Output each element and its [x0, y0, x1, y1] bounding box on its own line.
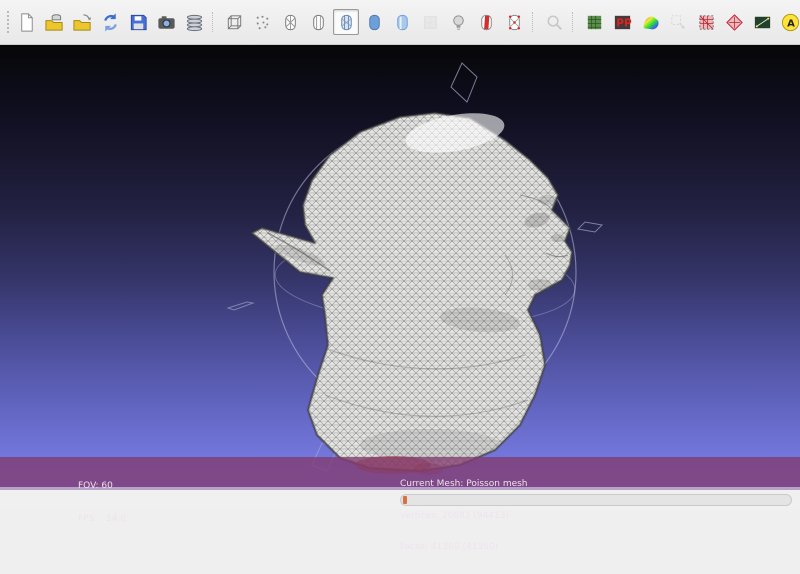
flat-icon — [364, 12, 385, 33]
show-vertices-icon — [504, 12, 525, 33]
texture-icon — [420, 12, 441, 33]
render-hidden-lines-button[interactable] — [305, 9, 331, 35]
render-wireframe-button[interactable] — [277, 9, 303, 35]
model-wireframe-head[interactable] — [252, 107, 572, 475]
measuring-tool-button[interactable] — [749, 9, 775, 35]
import-mesh-button[interactable] — [69, 9, 95, 35]
svg-text:PP: PP — [616, 17, 632, 29]
render-points-button[interactable] — [249, 9, 275, 35]
backface-icon — [476, 12, 497, 33]
open-project-button[interactable] — [41, 9, 67, 35]
quality-mapper-icon — [640, 12, 661, 33]
snapshot-icon — [156, 12, 177, 33]
light-toggle-button[interactable] — [445, 9, 471, 35]
select-faces-icon — [584, 12, 605, 33]
select-faces-button[interactable] — [581, 9, 607, 35]
select-connected-button[interactable] — [721, 9, 747, 35]
bbox-icon — [224, 12, 245, 33]
fov-fps-readout: FOV: 60 FPS: 14.0 — [78, 459, 126, 547]
open-project-icon — [44, 12, 65, 33]
layers-icon — [184, 12, 205, 33]
gl-viewport[interactable]: FOV: 60 FPS: 14.0 Current Mesh: Poisson … — [0, 45, 800, 490]
layer-dialog-button[interactable] — [181, 9, 207, 35]
show-vertices-button[interactable] — [501, 9, 527, 35]
select-component-icon — [668, 12, 689, 33]
flat-lines-icon — [336, 12, 357, 33]
select-connected-icon — [724, 12, 745, 33]
toolbar-separator — [532, 12, 536, 32]
select-faces-rect-button[interactable] — [693, 9, 719, 35]
hidden-lines-icon — [308, 12, 329, 33]
render-smooth-button[interactable] — [389, 9, 415, 35]
wireframe-icon — [280, 12, 301, 33]
light-icon — [448, 12, 469, 33]
render-texture-button — [417, 9, 443, 35]
measure-icon — [752, 12, 773, 33]
render-bbox-button[interactable] — [221, 9, 247, 35]
fps-readout: FPS: 14.0 — [78, 514, 126, 525]
zoom-tool-button — [541, 9, 567, 35]
trackball-handle-top — [451, 63, 477, 102]
pick-points-icon: PP — [612, 12, 633, 33]
quality-mapper-button[interactable] — [637, 9, 663, 35]
annotation-tool-button[interactable]: A — [777, 9, 800, 35]
render-flat-lines-button[interactable] — [333, 9, 359, 35]
backface-culling-button[interactable] — [473, 9, 499, 35]
annotation-icon: A — [780, 12, 800, 33]
main-toolbar: PPAi » — [0, 0, 800, 45]
smooth-icon — [392, 12, 413, 33]
fov-readout: FOV: 60 — [78, 481, 126, 492]
new-project-icon — [16, 12, 37, 33]
toolbar-separator — [212, 12, 216, 32]
new-project-button[interactable] — [13, 9, 39, 35]
save-mesh-button[interactable] — [125, 9, 151, 35]
vertices-count: Vertices: 20682 (94413) — [400, 511, 528, 522]
current-mesh-label: Current Mesh: Poisson mesh — [400, 479, 528, 490]
toolbar-drag-handle[interactable] — [7, 11, 9, 33]
faces-count: Faces: 41360 (41360) — [400, 542, 528, 553]
trackball-handle-right — [578, 222, 602, 232]
points-icon — [252, 12, 273, 33]
select-rect-icon — [696, 12, 717, 33]
reload-icon — [100, 12, 121, 33]
zoom-icon — [544, 12, 565, 33]
pick-points-button[interactable]: PP — [609, 9, 635, 35]
save-icon — [128, 12, 149, 33]
trackball-handle-left — [228, 302, 253, 310]
import-mesh-icon — [72, 12, 93, 33]
render-flat-button[interactable] — [361, 9, 387, 35]
hud-overlay-band: FOV: 60 FPS: 14.0 Current Mesh: Poisson … — [0, 457, 800, 490]
mesh-info-readout: Current Mesh: Poisson mesh Vertices: 206… — [400, 458, 528, 574]
reload-mesh-button[interactable] — [97, 9, 123, 35]
mesh-render-canvas — [0, 45, 800, 490]
svg-text:A: A — [787, 18, 795, 29]
toolbar-separator — [572, 12, 576, 32]
select-component-button — [665, 9, 691, 35]
snapshot-button[interactable] — [153, 9, 179, 35]
